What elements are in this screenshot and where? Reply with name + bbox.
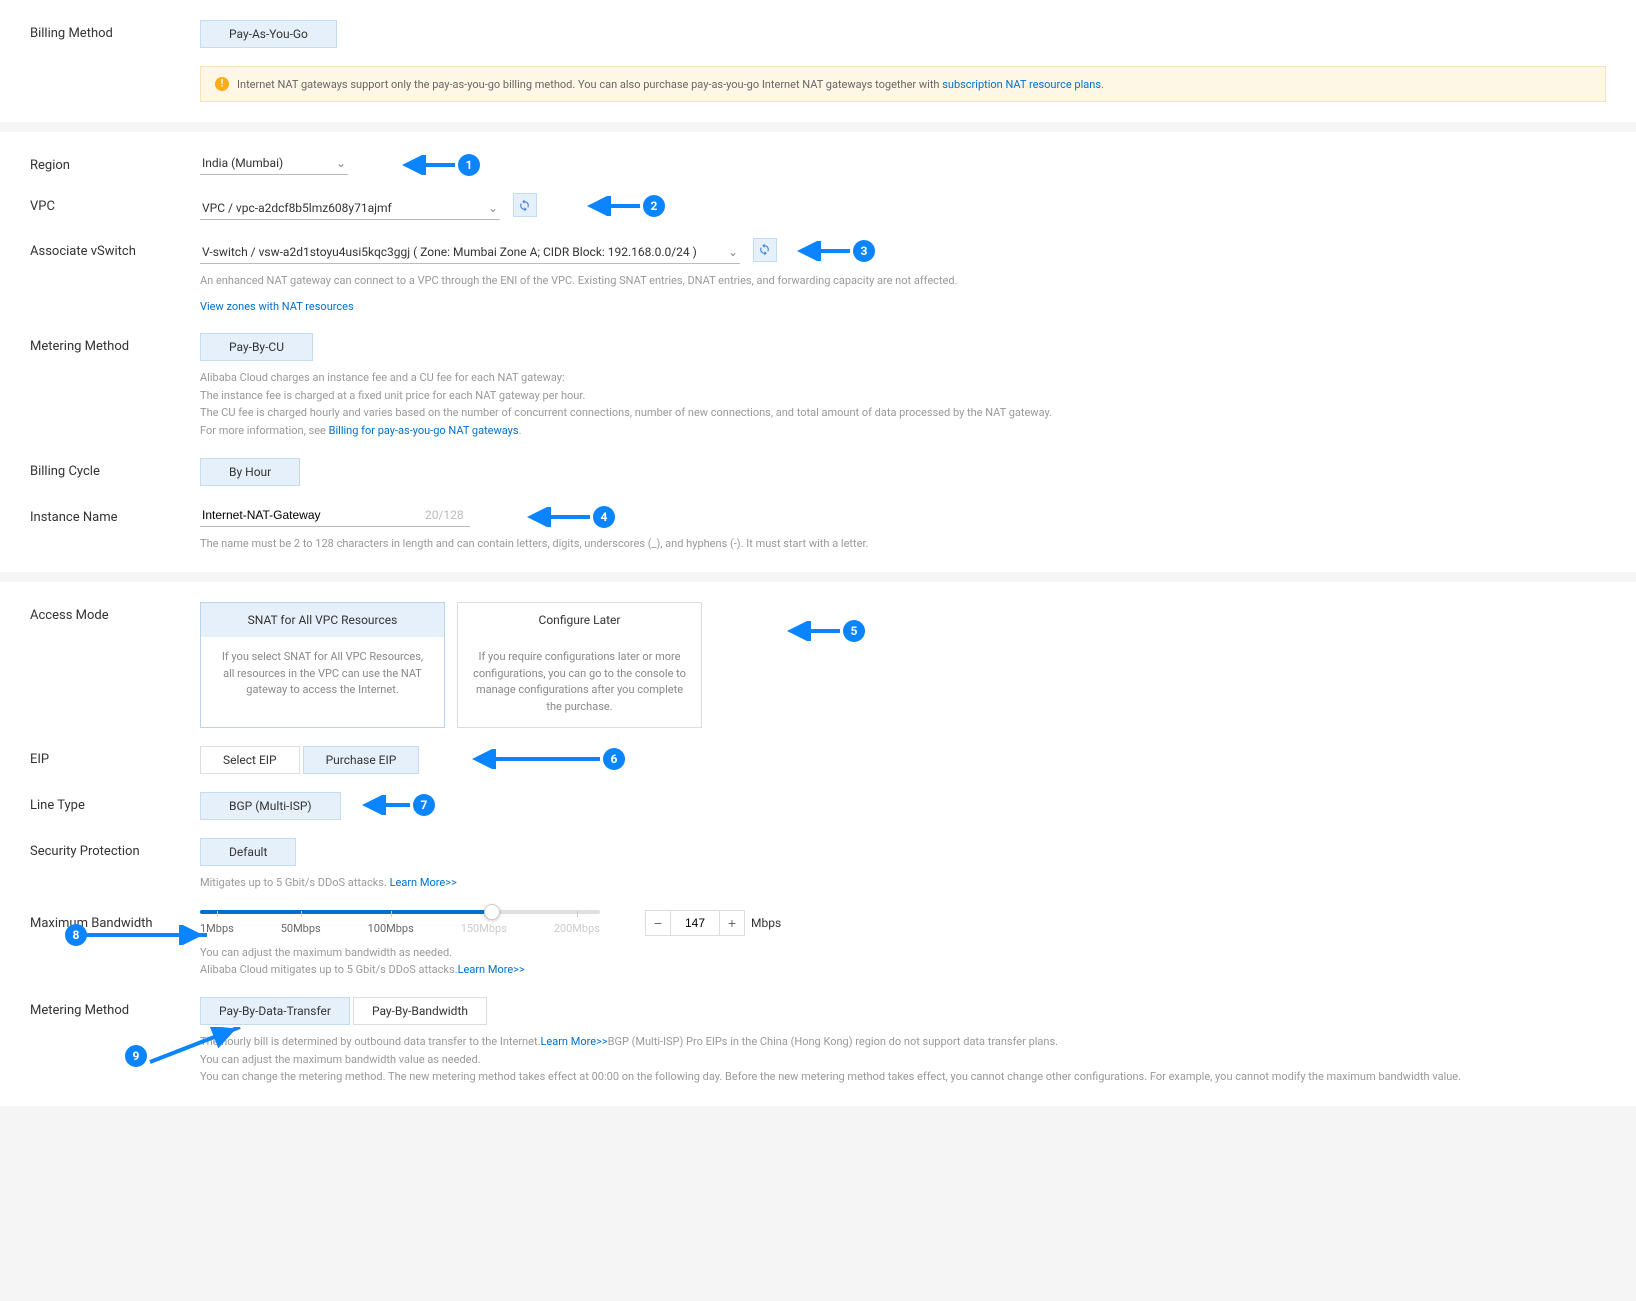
billing-info-banner: Internet NAT gateways support only the p… (200, 66, 1606, 102)
security-protection-label: Security Protection (30, 838, 200, 859)
refresh-icon (758, 243, 771, 256)
metering-method-label: Metering Method (30, 333, 200, 354)
subscription-plans-link[interactable]: subscription NAT resource plans (942, 78, 1101, 91)
chevron-down-icon: ⌄ (728, 245, 738, 259)
billing-info-link[interactable]: Billing for pay-as-you-go NAT gateways (329, 424, 519, 437)
metering-method-value[interactable]: Pay-By-CU (200, 333, 313, 361)
access-mode-label: Access Mode (30, 602, 200, 623)
chevron-down-icon: ⌄ (488, 201, 498, 215)
metering-method2-label: Metering Method (30, 997, 200, 1018)
billing-method-value[interactable]: Pay-As-You-Go (200, 20, 337, 48)
billing-cycle-value[interactable]: By Hour (200, 458, 300, 486)
chevron-down-icon: ⌄ (336, 156, 346, 170)
vswitch-label: Associate vSwitch (30, 238, 200, 259)
slider-thumb[interactable] (484, 904, 500, 920)
billing-cycle-label: Billing Cycle (30, 458, 200, 479)
billing-method-label: Billing Method (30, 20, 200, 41)
bandwidth-input[interactable] (671, 910, 719, 936)
purchase-eip-button[interactable]: Purchase EIP (303, 746, 420, 774)
access-mode-later-card[interactable]: Configure Later If you require configura… (457, 602, 702, 728)
select-eip-button[interactable]: Select EIP (200, 746, 300, 774)
vpc-refresh-button[interactable] (513, 193, 537, 217)
vpc-dropdown[interactable]: VPC / vpc-a2dcf8b5lmz608y71ajmf ⌄ (200, 197, 500, 220)
view-zones-link[interactable]: View zones with NAT resources (200, 300, 354, 313)
instance-name-label: Instance Name (30, 504, 200, 525)
region-dropdown[interactable]: India (Mumbai) ⌄ (200, 152, 348, 175)
refresh-icon (518, 199, 531, 212)
security-learn-more-link[interactable]: Learn More>> (390, 876, 457, 889)
vswitch-refresh-button[interactable] (753, 238, 777, 262)
access-eip-section: Access Mode SNAT for All VPC Resources I… (0, 582, 1636, 1106)
access-mode-snat-card[interactable]: SNAT for All VPC Resources If you select… (200, 602, 445, 728)
bandwidth-slider[interactable]: 1Mbps 50Mbps 100Mbps 150Mbps 200Mbps (200, 910, 600, 935)
vswitch-helper: An enhanced NAT gateway can connect to a… (200, 272, 1606, 290)
vpc-label: VPC (30, 193, 200, 214)
region-label: Region (30, 152, 200, 173)
pay-by-data-transfer-button[interactable]: Pay-By-Data-Transfer (200, 997, 350, 1025)
eip-label: EIP (30, 746, 200, 767)
line-type-value[interactable]: BGP (Multi-ISP) (200, 792, 341, 820)
instance-name-helper: The name must be 2 to 128 characters in … (200, 535, 1606, 553)
bandwidth-minus-button[interactable]: − (645, 910, 671, 936)
network-section: Region India (Mumbai) ⌄ 1 VPC VPC / vpc-… (0, 132, 1636, 572)
vswitch-dropdown[interactable]: V-switch / vsw-a2d1stoyu4usi5kqc3ggj ( Z… (200, 241, 740, 264)
info-icon (215, 77, 229, 91)
bandwidth-stepper: − + Mbps (645, 910, 781, 936)
bandwidth-plus-button[interactable]: + (719, 910, 745, 936)
billing-method-section: Billing Method Pay-As-You-Go Internet NA… (0, 0, 1636, 122)
line-type-label: Line Type (30, 792, 200, 813)
max-bandwidth-label: Maximum Bandwidth (30, 910, 200, 931)
security-protection-value[interactable]: Default (200, 838, 296, 866)
metering-learn-more-link[interactable]: Learn More>> (540, 1035, 607, 1048)
char-count: 20/128 (425, 508, 464, 522)
bandwidth-learn-more-link[interactable]: Learn More>> (458, 963, 525, 976)
pay-by-bandwidth-button[interactable]: Pay-By-Bandwidth (353, 997, 487, 1025)
